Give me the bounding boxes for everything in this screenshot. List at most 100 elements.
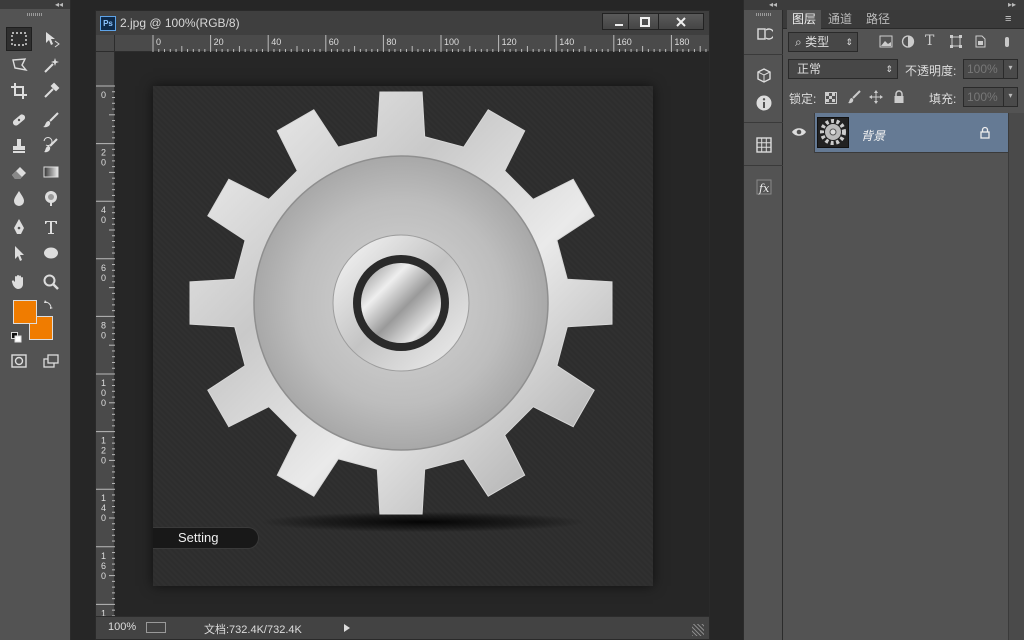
lock-pixels-icon[interactable]	[847, 90, 861, 104]
foreground-color-swatch[interactable]	[13, 300, 37, 324]
3d-panel-button[interactable]	[744, 63, 784, 89]
lock-label: 锁定:	[789, 92, 817, 106]
minimize-icon	[615, 23, 623, 26]
search-icon: ⌕	[795, 35, 802, 49]
collapse-arrows-icon[interactable]: ◂◂	[769, 0, 777, 9]
tool-magic-wand[interactable]	[38, 53, 64, 77]
filter-toggle[interactable]	[998, 35, 1016, 49]
grid-icon	[756, 137, 772, 153]
quick-mask-icon	[11, 354, 27, 368]
tool-marquee[interactable]	[6, 27, 32, 51]
tool-eraser[interactable]	[6, 160, 32, 184]
lock-position-icon[interactable]	[869, 90, 883, 104]
filter-shape-icon[interactable]	[949, 35, 963, 48]
eyedropper-icon	[44, 82, 60, 98]
tool-ellipse[interactable]	[38, 241, 64, 265]
tool-zoom[interactable]	[38, 270, 64, 294]
tool-healing-brush[interactable]	[6, 108, 32, 132]
ruler-label: 1	[101, 551, 106, 561]
screen-mode-button[interactable]	[38, 349, 64, 373]
swap-colors-icon[interactable]	[43, 297, 55, 309]
maximize-icon	[640, 16, 650, 27]
gradient-icon	[43, 166, 59, 178]
collapse-arrows-icon[interactable]: ▸▸	[1008, 0, 1016, 9]
layer-lock-icon	[980, 126, 990, 139]
tool-hand[interactable]	[6, 270, 32, 294]
tool-eyedropper[interactable]	[38, 79, 64, 103]
vertical-ruler[interactable]: 020406080100120140160180	[96, 52, 115, 622]
chevron-down-icon[interactable]: ▾	[1003, 59, 1017, 79]
layers-panel: ▸▸ 图层 通道 路径 ≡ ⌕ 类型 ⇕ T 正常 ⇕ 不透明度: 100% ▾…	[783, 0, 1024, 640]
tool-lasso[interactable]	[6, 53, 32, 77]
image-canvas[interactable]: Setting	[153, 86, 653, 586]
ruler-label: 1	[101, 493, 106, 503]
canvas-area[interactable]: Setting	[115, 52, 709, 622]
blend-mode-select[interactable]: 正常 ⇕	[788, 59, 898, 79]
zoom-icon	[43, 274, 59, 290]
layer-name[interactable]: 背景	[861, 127, 885, 144]
tab-layers[interactable]: 图层	[787, 10, 822, 29]
layers-scrollbar[interactable]	[1008, 113, 1024, 640]
tools-panel: ◂◂	[0, 0, 71, 640]
filter-adjustment-icon[interactable]	[901, 35, 915, 48]
tool-pen[interactable]	[6, 215, 32, 239]
chevron-down-icon[interactable]: ▾	[1003, 87, 1017, 107]
filter-type-icon[interactable]: T	[925, 33, 934, 49]
ruler-label: 1	[101, 378, 106, 388]
tool-path-select[interactable]	[6, 241, 32, 265]
opacity-input[interactable]: 100% ▾	[963, 59, 1018, 79]
lock-all-icon[interactable]	[893, 90, 905, 104]
status-menu-arrow-icon[interactable]	[344, 624, 350, 632]
close-button[interactable]	[658, 13, 704, 30]
ruler-origin[interactable]	[96, 35, 115, 52]
tool-gradient[interactable]	[38, 160, 64, 184]
panel-menu-icon[interactable]: ≡	[1005, 13, 1011, 25]
tool-dodge[interactable]	[38, 186, 64, 210]
ruler-label: 0	[101, 571, 106, 581]
ruler-label: 0	[101, 513, 106, 523]
gear-image	[189, 91, 613, 515]
crop-icon	[11, 83, 27, 99]
fill-input[interactable]: 100% ▾	[963, 87, 1018, 107]
tool-move[interactable]	[38, 27, 64, 51]
tool-clone-stamp[interactable]	[6, 134, 32, 158]
default-colors-icon[interactable]	[11, 330, 22, 343]
healing-brush-icon	[12, 114, 26, 126]
status-info-icon[interactable]	[146, 622, 166, 633]
tool-type[interactable]	[38, 215, 64, 239]
panel-grip[interactable]	[27, 13, 43, 16]
tab-channels[interactable]: 通道	[823, 10, 857, 29]
horizontal-ruler[interactable]: 0 20 40 60 80 100 120 140 160 180	[115, 35, 709, 52]
layer-thumbnail	[817, 117, 849, 148]
tool-brush[interactable]	[38, 108, 64, 132]
dock-header	[744, 0, 784, 10]
filter-image-icon[interactable]	[879, 35, 893, 48]
tool-crop[interactable]	[6, 79, 32, 103]
panel-grip[interactable]	[756, 13, 772, 16]
quick-mask-button[interactable]	[6, 349, 32, 373]
layer-visibility-toggle[interactable]	[783, 113, 815, 153]
ruler-label: 0	[101, 90, 106, 100]
tab-paths[interactable]: 路径	[861, 10, 895, 29]
status-bar: 100% 文档:732.4K/732.4K	[96, 616, 709, 639]
ruler-label: 6	[101, 561, 106, 571]
resize-grip-icon[interactable]	[692, 624, 704, 636]
lock-transparent-icon[interactable]	[825, 91, 837, 104]
opacity-label: 不透明度:	[905, 64, 957, 78]
ruler-label: 0	[101, 388, 106, 398]
history-panel-button[interactable]	[744, 21, 784, 47]
tool-history-brush[interactable]	[38, 134, 64, 158]
collapse-arrows-icon[interactable]: ◂◂	[55, 0, 63, 9]
info-panel-button[interactable]	[744, 90, 784, 116]
chevron-updown-icon: ⇕	[885, 64, 893, 74]
maximize-button[interactable]	[628, 13, 662, 30]
ruler-label: 0	[101, 330, 106, 340]
layer-filter-select[interactable]: ⌕ 类型 ⇕	[788, 32, 858, 52]
zoom-level[interactable]: 100%	[108, 621, 136, 633]
layer-filter-label: 类型	[805, 35, 830, 49]
filter-smart-object-icon[interactable]	[973, 35, 987, 48]
styles-panel-button[interactable]: fx	[744, 174, 784, 200]
swatches-panel-button[interactable]	[744, 132, 784, 158]
document-title-bar[interactable]: Ps 2.jpg @ 100%(RGB/8)	[96, 11, 709, 35]
tool-blur[interactable]	[6, 186, 32, 210]
